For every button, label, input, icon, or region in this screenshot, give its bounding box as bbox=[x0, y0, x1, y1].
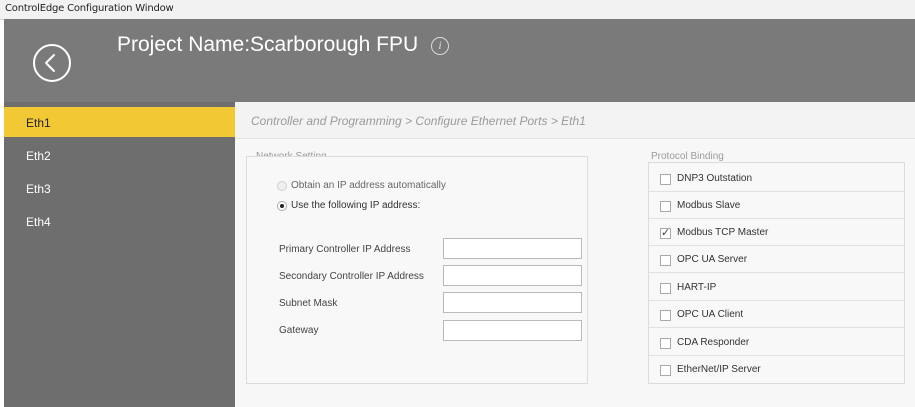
sidebar-item-label: Eth3 bbox=[26, 182, 51, 196]
config-window: ControlEdge Configuration Window Project… bbox=[0, 0, 915, 407]
radio-manual-ip-label: Use the following IP address: bbox=[291, 200, 421, 211]
protocol-item-label: OPC UA Server bbox=[677, 254, 748, 265]
protocol-item-label: OPC UA Client bbox=[677, 309, 744, 320]
protocol-item-modbus-slave[interactable]: Modbus Slave bbox=[649, 193, 904, 219]
protocol-item-label: CDA Responder bbox=[677, 337, 750, 348]
window-titlebar: ControlEdge Configuration Window bbox=[0, 0, 915, 20]
checkbox[interactable] bbox=[660, 365, 671, 376]
subnet-mask-label: Subnet Mask bbox=[279, 298, 338, 309]
primary-ip-input[interactable] bbox=[443, 238, 582, 259]
subnet-mask-input[interactable] bbox=[443, 292, 582, 313]
primary-ip-label: Primary Controller IP Address bbox=[279, 244, 411, 255]
protocol-item-label: HART-IP bbox=[677, 282, 717, 293]
protocol-item-label: DNP3 Outstation bbox=[677, 173, 753, 184]
checkbox[interactable] bbox=[660, 283, 671, 294]
protocol-item-opc-ua-client[interactable]: OPC UA Client bbox=[649, 302, 904, 328]
protocol-item-label: Modbus Slave bbox=[677, 200, 741, 211]
protocol-binding-label: Protocol Binding bbox=[651, 151, 724, 162]
breadcrumb-text: Controller and Programming > Configure E… bbox=[251, 114, 586, 128]
breadcrumb: Controller and Programming > Configure E… bbox=[235, 102, 915, 139]
protocol-item-hart-ip[interactable]: HART-IP bbox=[649, 275, 904, 301]
sidebar-item-eth2[interactable]: Eth2 bbox=[4, 140, 235, 170]
chevron-left-icon bbox=[45, 54, 55, 72]
checkbox[interactable] bbox=[660, 201, 671, 212]
sidebar-item-label: Eth2 bbox=[26, 149, 51, 163]
protocol-item-modbus-tcp-master[interactable]: Modbus TCP Master bbox=[649, 220, 904, 246]
checkbox[interactable] bbox=[660, 310, 671, 321]
radio-auto-ip-label: Obtain an IP address automatically bbox=[291, 180, 446, 191]
sidebar-item-eth3[interactable]: Eth3 bbox=[4, 173, 235, 203]
sidebar-item-label: Eth1 bbox=[26, 116, 51, 130]
radio-auto-ip[interactable] bbox=[277, 181, 287, 191]
window-title: ControlEdge Configuration Window bbox=[5, 3, 174, 14]
header-bar bbox=[4, 19, 915, 102]
checkbox[interactable] bbox=[660, 174, 671, 185]
checkbox-checked[interactable] bbox=[660, 226, 671, 239]
back-button[interactable] bbox=[33, 44, 71, 82]
secondary-ip-input[interactable] bbox=[443, 265, 582, 286]
protocol-item-ethernet-ip-server[interactable]: EtherNet/IP Server bbox=[649, 357, 904, 383]
protocol-item-cda-responder[interactable]: CDA Responder bbox=[649, 330, 904, 356]
sidebar-item-eth1[interactable]: Eth1 bbox=[4, 107, 235, 137]
project-title: Project Name:Scarborough FPU bbox=[117, 33, 419, 56]
info-icon[interactable]: i bbox=[431, 37, 449, 55]
sidebar-item-label: Eth4 bbox=[26, 215, 51, 229]
gateway-input[interactable] bbox=[443, 320, 582, 341]
gateway-label: Gateway bbox=[279, 325, 319, 336]
checkbox[interactable] bbox=[660, 255, 671, 266]
protocol-item-opc-ua-server[interactable]: OPC UA Server bbox=[649, 247, 904, 273]
radio-manual-ip[interactable] bbox=[277, 201, 287, 211]
protocol-item-label: Modbus TCP Master bbox=[677, 227, 769, 238]
secondary-ip-label: Secondary Controller IP Address bbox=[279, 271, 424, 282]
checkbox[interactable] bbox=[660, 338, 671, 349]
sidebar-item-eth4[interactable]: Eth4 bbox=[4, 206, 235, 236]
protocol-item-dnp3[interactable]: DNP3 Outstation bbox=[649, 166, 904, 192]
protocol-item-label: EtherNet/IP Server bbox=[677, 364, 761, 375]
